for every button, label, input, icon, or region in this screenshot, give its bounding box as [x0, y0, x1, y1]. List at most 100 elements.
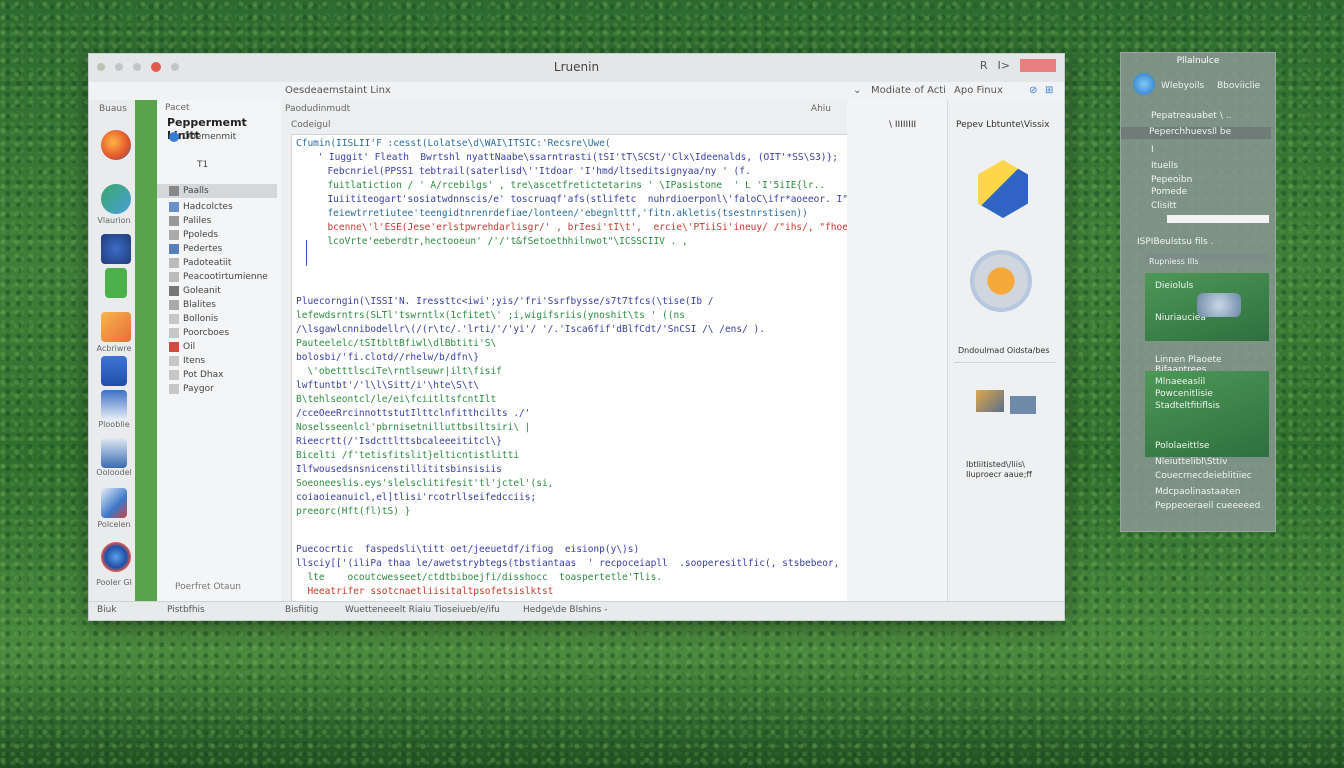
- sidebar-item[interactable]: Itens: [157, 354, 277, 368]
- firefox-icon[interactable]: [101, 130, 131, 160]
- breadcrumb[interactable]: Oesdeaemstaint Linx: [285, 85, 391, 96]
- sidebar-item[interactable]: Poorcboes: [157, 326, 277, 340]
- panel-row[interactable]: Mdcpaolinastaaten: [1155, 487, 1240, 497]
- chevron-down-icon[interactable]: ⌄: [853, 85, 861, 96]
- code-line: Cfumin(IISLII'F :cesst(Lolatse\d\WAI\ITS…: [296, 138, 611, 149]
- sidebar-footer[interactable]: Poerfret Otaun: [175, 582, 241, 592]
- sidebar-item[interactable]: Pot Dhax: [157, 368, 277, 382]
- sidebar-item[interactable]: Oil: [157, 340, 277, 354]
- panel-row[interactable]: Pololaeittlse: [1155, 441, 1209, 451]
- panel-row[interactable]: Peppeoeraeil cueeeeed: [1155, 501, 1260, 511]
- code-line: Rieecrtt(/'Isdcttlttsbcaleeeititcl\}: [296, 436, 502, 447]
- panel-row[interactable]: Pomede: [1151, 187, 1187, 197]
- code-line: lwftuntbt'/'l\l\Sitt/i'\hte\S\t\: [296, 380, 480, 391]
- cube-icon[interactable]: [978, 160, 1028, 218]
- sidebar-item[interactable]: Obemenmit: [157, 130, 277, 144]
- app-label: Acbriwre: [96, 344, 132, 353]
- code-line: Iuiititeogart'sosiatwdnnscis/e' toscruaq…: [316, 194, 848, 205]
- image-icon[interactable]: [101, 488, 127, 518]
- right-panel: \ IIIIIIII Pepev Lbtunte\Vissix Dndoulma…: [847, 100, 1064, 602]
- editor-breadcrumb[interactable]: Codeigul: [291, 120, 330, 130]
- panel-top-item[interactable]: Bboviiclie: [1217, 81, 1260, 91]
- panel-row[interactable]: Peperchhuevsll be: [1149, 127, 1231, 137]
- search-icon[interactable]: ⊘: [1029, 85, 1037, 96]
- code-line: bolosbi/'fi.clotd//rhelw/b/dfn\}: [296, 352, 480, 363]
- alert-bar[interactable]: [1020, 59, 1056, 72]
- sidebar-item[interactable]: T1: [157, 158, 277, 172]
- monitor-icon[interactable]: [101, 438, 127, 468]
- panel-title: Pllalnulce: [1176, 56, 1220, 66]
- window-title: Lruenin: [553, 60, 600, 74]
- package-icon[interactable]: [101, 312, 131, 342]
- panel-top-item[interactable]: Wlebyoils: [1161, 81, 1204, 91]
- code-line: preeorc(Hft(fl)tS) }: [296, 506, 411, 517]
- floating-panel: Pllalnulce Wlebyoils Bboviiclie Pepatrea…: [1120, 52, 1276, 532]
- folder-icon: [169, 202, 179, 212]
- sidebar-item[interactable]: Paalls: [157, 184, 277, 198]
- card-line: Stadteltfitiflsis: [1155, 401, 1220, 411]
- app-label: Plooblie: [98, 420, 130, 429]
- card-line: Powcenitlisie: [1155, 389, 1213, 399]
- sidebar-item[interactable]: Peacootirtumienne: [157, 270, 277, 284]
- sidebar-item[interactable]: Goleanit: [157, 284, 277, 298]
- sidebar-item[interactable]: Bollonis: [157, 312, 277, 326]
- code-line: coiaoieanuicl,el]tlisi'rcotrllseifedccii…: [296, 492, 537, 503]
- sidebar-title: Pacet: [165, 103, 190, 113]
- folder-icon: [169, 370, 179, 380]
- status-item[interactable]: Bisfiitig: [285, 605, 318, 615]
- panel-row[interactable]: Pepatreauabet \ ..: [1151, 111, 1231, 121]
- sidebar-item[interactable]: Hadcolctes: [157, 200, 277, 214]
- panel-row[interactable]: Pepeoibn: [1151, 175, 1192, 185]
- grid-icon[interactable]: ⊞: [1045, 85, 1053, 96]
- media-card[interactable]: Dieioluls Niuriauciea: [1145, 273, 1269, 341]
- database-icon[interactable]: [970, 250, 1032, 312]
- devices-icon[interactable]: [976, 390, 1004, 412]
- notes-icon[interactable]: [101, 356, 127, 386]
- panel-row[interactable]: I: [1151, 145, 1154, 155]
- code-editor[interactable]: Cfumin(IISLII'F :cesst(Lolatse\d\WAI\ITS…: [291, 134, 848, 602]
- panel-row[interactable]: Couecrnecdeieblitiiec: [1155, 471, 1252, 481]
- titlebar-action[interactable]: I>: [998, 59, 1010, 72]
- sidebar-item[interactable]: Paygor: [157, 382, 277, 396]
- devices-icon[interactable]: [1010, 396, 1036, 414]
- globe-icon[interactable]: [101, 184, 131, 214]
- panel-row[interactable]: Clisitt: [1151, 201, 1177, 211]
- file-sidebar: Pacet Peppermemt Linitt Obemenmit T1 Paa…: [157, 100, 282, 602]
- folder-icon: [169, 272, 179, 282]
- sidebar-item[interactable]: Ppoleds: [157, 228, 277, 242]
- accent-strip: [135, 100, 157, 602]
- folder-icon: [169, 186, 179, 196]
- sidebar-item[interactable]: Pedertes: [157, 242, 277, 256]
- folder-icon: [169, 300, 179, 310]
- sidebar-item[interactable]: [157, 144, 277, 158]
- editor-close[interactable]: Ahiu: [811, 104, 831, 114]
- progress-bar: [1167, 215, 1269, 223]
- code-line: lte ocoutcwesseet/ctdtbiboejfi/disshocc …: [296, 572, 663, 583]
- app-label: Pooler Gl: [96, 578, 132, 587]
- code-line: Pluecorngin(\ISSI'N. Iressttc<iwi';yis/'…: [296, 296, 714, 307]
- panel-row[interactable]: Ituells: [1151, 161, 1178, 171]
- green-doc-icon[interactable]: [105, 268, 127, 298]
- code-line: bcenne\'l'ESE(Jese'erlstpwrehdarlisgr/' …: [316, 222, 848, 233]
- status-item[interactable]: Pistbfhis: [167, 605, 205, 615]
- icon-label: Ibtliitisted\/liis\ Iluproecr aaue;ff: [966, 460, 1032, 479]
- status-item[interactable]: Hedge\de Blshins -: [523, 605, 607, 615]
- sidebar-item[interactable]: Padoteatiit: [157, 256, 277, 270]
- disk-icon[interactable]: [101, 234, 131, 264]
- titlebar-action[interactable]: R: [980, 59, 988, 72]
- globe-icon[interactable]: [1133, 73, 1155, 95]
- code-line: lcoVrte'eeberdtr,hectooeun' /'/'t&fSetoe…: [316, 236, 688, 247]
- mode-label[interactable]: Modiate of Acti: [871, 85, 946, 96]
- search-label[interactable]: Apo Finux: [954, 85, 1003, 96]
- sidebar-item[interactable]: Blalites: [157, 298, 277, 312]
- panel-row[interactable]: Nleiuttelibl\Sttiv: [1155, 457, 1227, 467]
- status-item[interactable]: Wuetteneeelt Riaiu Tioseiueb/e/ifu: [345, 605, 500, 615]
- photo-icon[interactable]: [101, 390, 127, 420]
- titlebar: Lruenin R I>: [89, 54, 1064, 83]
- code-line: Bicelti /f'tetisfitslit}elticntistlitti: [296, 450, 520, 461]
- status-left[interactable]: Biuk: [97, 605, 117, 615]
- editor-tab[interactable]: Paodudinmudt: [285, 104, 350, 114]
- camera-icon[interactable]: [101, 542, 131, 572]
- sidebar-item[interactable]: Paliles: [157, 214, 277, 228]
- code-line: /\lsgawlcnnibodellr\(/(r\tc/.'lrti/'/'yi…: [296, 324, 765, 335]
